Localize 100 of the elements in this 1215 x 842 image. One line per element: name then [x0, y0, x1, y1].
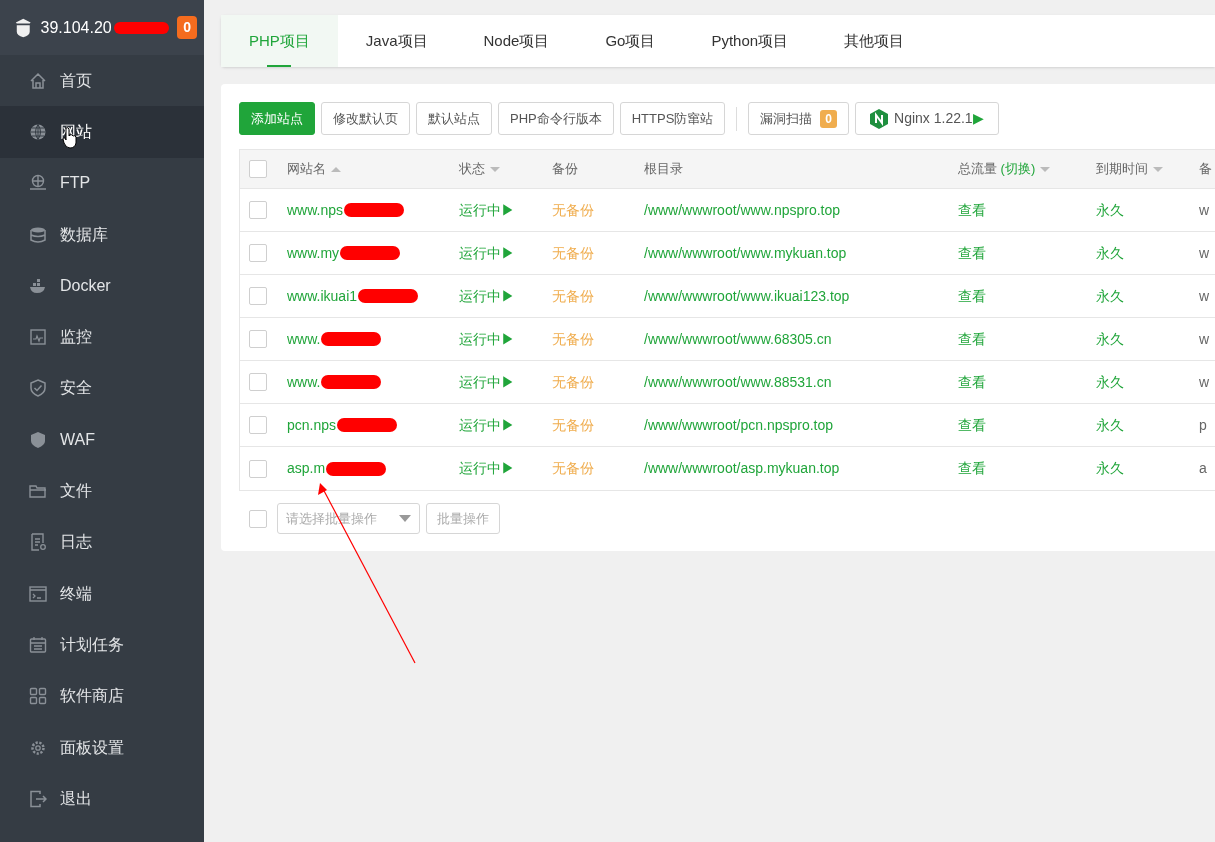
sidebar-item[interactable]: 监控 [0, 311, 204, 363]
checkbox[interactable] [249, 509, 267, 528]
checkbox[interactable] [249, 160, 267, 178]
project-tab[interactable]: Python项目 [683, 15, 817, 67]
project-tab[interactable]: PHP项目 [221, 15, 338, 67]
sidebar-item[interactable]: Docker [0, 260, 204, 312]
sidebar-item[interactable]: 退出 [0, 773, 204, 825]
project-tab[interactable]: Go项目 [577, 15, 684, 67]
sidebar-item[interactable]: 日志 [0, 516, 204, 568]
root-path-link[interactable]: /www/wwwroot/www.68305.cn [644, 330, 832, 347]
view-link[interactable]: 查看 [958, 330, 986, 347]
count-badge: 0 [820, 109, 838, 128]
checkbox[interactable] [249, 201, 267, 219]
toolbar-button[interactable]: 修改默认页 [321, 102, 410, 135]
status-link[interactable]: 运行中▶ [459, 416, 515, 433]
checkbox[interactable] [249, 244, 267, 262]
column-header[interactable]: 网站名 [287, 159, 326, 179]
root-path-link[interactable]: /www/wwwroot/www.88531.cn [644, 373, 832, 390]
root-path-link[interactable]: /www/wwwroot/www.ikuai123.top [644, 287, 850, 304]
nginx-button[interactable]: Nginx 1.22.1▶ [855, 102, 999, 135]
batch-action-select[interactable]: 请选择批量操作 [277, 503, 420, 534]
sort-icon[interactable] [1039, 164, 1052, 174]
site-link[interactable]: www.ikuai1 [287, 285, 358, 307]
root-path-link[interactable]: /www/wwwroot/www.npspro.top [644, 201, 841, 218]
sidebar-item[interactable]: WAF [0, 414, 204, 466]
site-link[interactable]: www. [287, 371, 321, 393]
status-link[interactable]: 运行中▶ [459, 330, 515, 347]
view-link[interactable]: 查看 [958, 460, 986, 476]
terminal-icon [29, 584, 47, 603]
root-path-link[interactable]: /www/wwwroot/asp.mykuan.top [644, 460, 840, 476]
expiry-text: 永久 [1096, 330, 1124, 347]
site-link[interactable]: www.nps [287, 199, 344, 221]
checkbox[interactable] [249, 459, 267, 478]
backup-link[interactable]: 无备份 [552, 201, 594, 218]
chart-window-icon [29, 328, 47, 347]
checkbox[interactable] [249, 287, 267, 305]
toolbar-button[interactable]: 默认站点 [416, 102, 492, 135]
column-header[interactable]: 到期时间 [1096, 159, 1148, 179]
backup-link[interactable]: 无备份 [552, 287, 594, 304]
logout-icon [29, 789, 47, 808]
sidebar-item[interactable]: FTP [0, 157, 204, 209]
site-link[interactable]: asp.m [287, 458, 326, 479]
view-link[interactable]: 查看 [958, 373, 986, 390]
sidebar-item[interactable]: 软件商店 [0, 670, 204, 722]
notification-badge: 0 [177, 16, 197, 39]
batch-action-button[interactable]: 批量操作 [426, 503, 500, 534]
sort-icon[interactable] [489, 164, 501, 174]
table-cell: w [1199, 287, 1210, 304]
status-link[interactable]: 运行中▶ [459, 373, 515, 390]
add-site-button[interactable]: 添加站点 [239, 102, 315, 135]
sort-icon[interactable] [1152, 164, 1164, 174]
logo-icon [14, 16, 33, 39]
view-link[interactable]: 查看 [958, 201, 986, 218]
column-header[interactable]: 备 [1199, 159, 1212, 179]
checkbox[interactable] [249, 330, 267, 348]
sidebar-item[interactable]: 面板设置 [0, 721, 204, 774]
view-link[interactable]: 查看 [958, 244, 986, 261]
status-link[interactable]: 运行中▶ [459, 244, 515, 261]
checkbox[interactable] [249, 416, 267, 434]
view-link[interactable]: 查看 [958, 416, 986, 433]
whale-icon [29, 276, 47, 295]
sidebar-item[interactable]: 首页 [0, 55, 204, 107]
sidebar-item[interactable]: 数据库 [0, 208, 204, 261]
sort-icon[interactable] [330, 164, 342, 174]
sidebar-item[interactable]: 文件 [0, 465, 204, 517]
sidebar-item[interactable]: 终端 [0, 567, 204, 620]
table-cell: w [1199, 201, 1210, 218]
expiry-text: 永久 [1096, 416, 1124, 433]
column-header[interactable]: 根目录 [644, 159, 683, 179]
column-header[interactable]: 状态 [459, 159, 485, 179]
document-icon [29, 533, 47, 552]
backup-link[interactable]: 无备份 [552, 373, 594, 390]
view-link[interactable]: 查看 [958, 287, 986, 304]
status-link[interactable]: 运行中▶ [459, 201, 515, 218]
expiry-text: 永久 [1096, 287, 1124, 304]
project-tab[interactable]: Java项目 [337, 15, 456, 67]
vulnerability-scan-button[interactable]: 漏洞扫描 0 [748, 102, 850, 135]
backup-link[interactable]: 无备份 [552, 416, 594, 433]
site-link[interactable]: pcn.nps [287, 414, 337, 436]
checkbox[interactable] [249, 373, 267, 391]
column-header[interactable]: 总流量 (切换) [958, 159, 1036, 179]
root-path-link[interactable]: /www/wwwroot/pcn.npspro.top [644, 416, 834, 433]
calendar-icon [29, 635, 47, 654]
project-tab[interactable]: 其他项目 [816, 15, 933, 67]
column-header[interactable]: 备份 [552, 159, 578, 179]
backup-link[interactable]: 无备份 [552, 330, 594, 347]
backup-link[interactable]: 无备份 [552, 244, 594, 261]
toolbar-button[interactable]: HTTPS防窜站 [619, 102, 726, 135]
sidebar-item[interactable]: 计划任务 [0, 619, 204, 671]
site-link[interactable]: www. [287, 328, 321, 350]
project-tab[interactable]: Node项目 [455, 15, 578, 67]
root-path-link[interactable]: /www/wwwroot/www.mykuan.top [644, 244, 847, 261]
table-cell: a [1199, 460, 1207, 476]
toolbar-button[interactable]: PHP命令行版本 [498, 102, 614, 135]
backup-link[interactable]: 无备份 [552, 460, 594, 476]
status-link[interactable]: 运行中▶ [459, 460, 515, 476]
site-link[interactable]: www.my [287, 242, 340, 264]
table-cell: w [1199, 373, 1210, 390]
status-link[interactable]: 运行中▶ [459, 287, 515, 304]
sidebar-item[interactable]: 安全 [0, 362, 204, 415]
